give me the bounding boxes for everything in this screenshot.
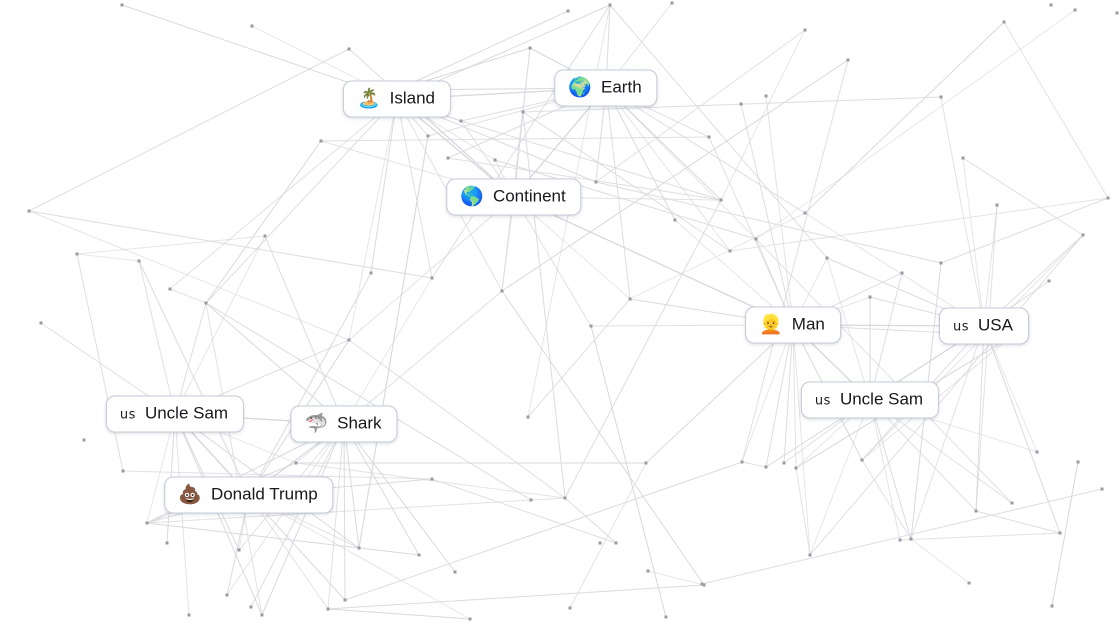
node-label: Island — [389, 88, 436, 108]
earth-globe-americas-emoji: 🌎 — [460, 185, 484, 207]
pile-of-poo-emoji: 💩 — [178, 483, 202, 505]
node-card-usa[interactable]: us USA — [939, 307, 1029, 345]
node-card-man[interactable]: 👱 Man — [745, 306, 841, 344]
us-flag-emoji: us — [119, 407, 136, 422]
graph-canvas[interactable]: 🏝️ Island 🌍 Earth 🌎 Continent 👱 Man us USA us Uncle… — [0, 0, 1120, 630]
us-flag-emoji: us — [953, 319, 970, 334]
us-flag-emoji: us — [814, 393, 831, 408]
node-card-donald-trump[interactable]: 💩 Donald Trump — [164, 476, 334, 514]
node-card-earth[interactable]: 🌍 Earth — [554, 69, 658, 107]
node-label: Shark — [337, 413, 382, 433]
node-card-uncle-sam-l[interactable]: us Uncle Sam — [105, 395, 245, 433]
earth-globe-europe-africa-emoji: 🌍 — [568, 76, 593, 98]
node-label: Uncle Sam — [144, 403, 229, 423]
shark-emoji: 🦈 — [304, 412, 329, 434]
node-card-uncle-sam-r[interactable]: us Uncle Sam — [800, 381, 940, 419]
desert-island-emoji: 🏝️ — [356, 87, 381, 109]
node-label: Donald Trump — [210, 484, 318, 504]
node-label: USA — [978, 315, 1013, 335]
node-label: Continent — [492, 186, 566, 206]
node-layer[interactable]: 🏝️ Island 🌍 Earth 🌎 Continent 👱 Man us USA us Uncle… — [0, 0, 1120, 630]
node-label: Earth — [601, 77, 642, 97]
node-card-continent[interactable]: 🌎 Continent — [446, 178, 582, 216]
node-label: Man — [791, 314, 825, 334]
node-card-island[interactable]: 🏝️ Island — [342, 80, 452, 118]
node-card-shark[interactable]: 🦈 Shark — [290, 405, 398, 443]
blond-person-emoji: 👱 — [759, 313, 783, 335]
node-label: Uncle Sam — [839, 389, 924, 409]
